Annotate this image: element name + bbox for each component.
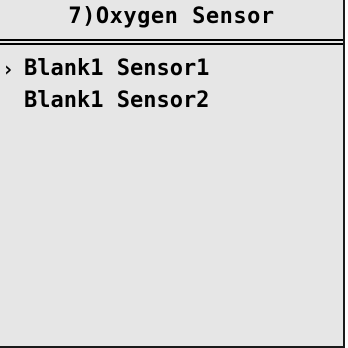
menu-item-blank1-sensor2[interactable]: Blank1 Sensor2 [0, 85, 343, 117]
title-divider-top [0, 39, 343, 41]
sensor-menu: › Blank1 Sensor1 Blank1 Sensor2 [0, 53, 343, 117]
title-divider-bottom [0, 43, 343, 45]
menu-item-blank1-sensor1[interactable]: › Blank1 Sensor1 [0, 53, 343, 85]
screen-title: 7)Oxygen Sensor [68, 4, 275, 29]
menu-item-label: Blank1 Sensor2 [24, 88, 210, 113]
menu-item-label: Blank1 Sensor1 [24, 56, 210, 81]
lcd-screen: 7)Oxygen Sensor › Blank1 Sensor1 Blank1 … [0, 0, 345, 348]
selection-cursor-icon: › [2, 57, 15, 81]
